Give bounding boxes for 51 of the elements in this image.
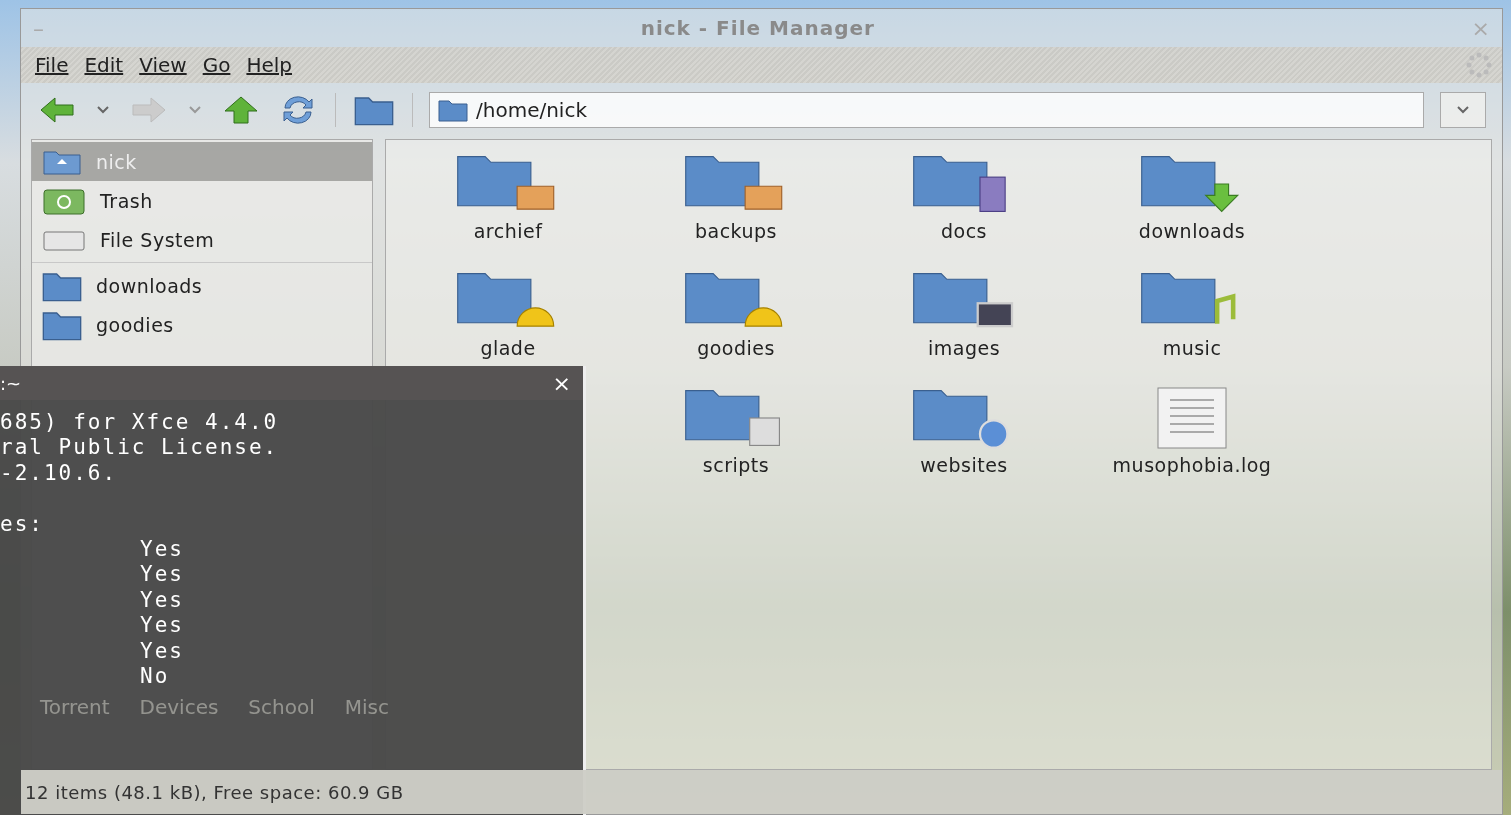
file-name[interactable]: scripts bbox=[702, 454, 770, 476]
sidebar-item[interactable]: goodies bbox=[32, 305, 372, 344]
menu-item[interactable]: Edit bbox=[78, 51, 130, 79]
file-name[interactable]: archief bbox=[473, 220, 543, 242]
bookmark-label: School bbox=[248, 695, 315, 720]
home-folder-icon bbox=[438, 98, 468, 122]
terminal-line: ral Public License. bbox=[0, 435, 279, 461]
terminal-line: es: bbox=[0, 511, 44, 537]
terminal-line: Yes bbox=[140, 562, 184, 588]
chevron-down-icon bbox=[1455, 105, 1471, 115]
terminal-title: :~ bbox=[0, 372, 23, 394]
terminal-line: Yes bbox=[140, 613, 184, 639]
file-name[interactable]: glade bbox=[480, 337, 536, 359]
location-field[interactable]: /home/nick bbox=[429, 92, 1424, 128]
spinner-icon bbox=[1464, 50, 1494, 80]
menu-item[interactable]: File bbox=[29, 51, 75, 79]
file-name[interactable]: backups bbox=[694, 220, 778, 242]
terminal-line: -2.10.6. bbox=[0, 460, 118, 487]
file-name[interactable]: docs bbox=[941, 220, 987, 242]
close-button[interactable]: × bbox=[552, 370, 571, 396]
location-dropdown-button[interactable] bbox=[1440, 92, 1486, 128]
chevron-down-icon bbox=[95, 105, 111, 115]
file-name[interactable]: goodies bbox=[697, 337, 775, 359]
file-name[interactable]: downloads bbox=[1138, 220, 1246, 242]
menu-item[interactable]: Go bbox=[196, 51, 237, 79]
bookmark-label: Devices bbox=[139, 695, 219, 720]
left-arrow-icon bbox=[39, 96, 75, 124]
right-arrow-icon bbox=[131, 96, 167, 124]
terminal-line: 685) for Xfce 4.4.0 bbox=[0, 410, 279, 436]
sidebar-item[interactable]: Trash bbox=[32, 181, 372, 220]
text-file-icon bbox=[1156, 386, 1228, 450]
sidebar-item[interactable]: downloads bbox=[32, 266, 372, 305]
up-arrow-icon bbox=[223, 95, 259, 125]
chevron-down-icon bbox=[187, 105, 203, 115]
status-text: 12 items (48.1 kB), Free space: 60.9 GB bbox=[25, 781, 404, 803]
window-title: nick - File Manager bbox=[639, 16, 876, 40]
file-name[interactable]: websites bbox=[920, 454, 1008, 476]
terminal-line: Yes bbox=[140, 638, 184, 665]
bookmark-label: Misc bbox=[344, 695, 389, 720]
file-name[interactable]: musophobia.log bbox=[1112, 454, 1272, 476]
sidebar-item[interactable]: File System bbox=[32, 220, 372, 259]
terminal-line: No bbox=[140, 664, 170, 690]
home-folder-icon bbox=[354, 94, 394, 126]
terminal-line: Yes bbox=[140, 537, 184, 563]
file-name[interactable]: images bbox=[927, 337, 1001, 359]
bookmark-label: Torrent bbox=[40, 695, 110, 720]
home-folder-icon bbox=[42, 148, 82, 175]
menu-item[interactable]: View bbox=[133, 51, 193, 79]
terminal-line: Yes bbox=[140, 587, 184, 614]
file-name[interactable]: music bbox=[1162, 337, 1222, 359]
menu-item[interactable]: Help bbox=[240, 51, 298, 79]
